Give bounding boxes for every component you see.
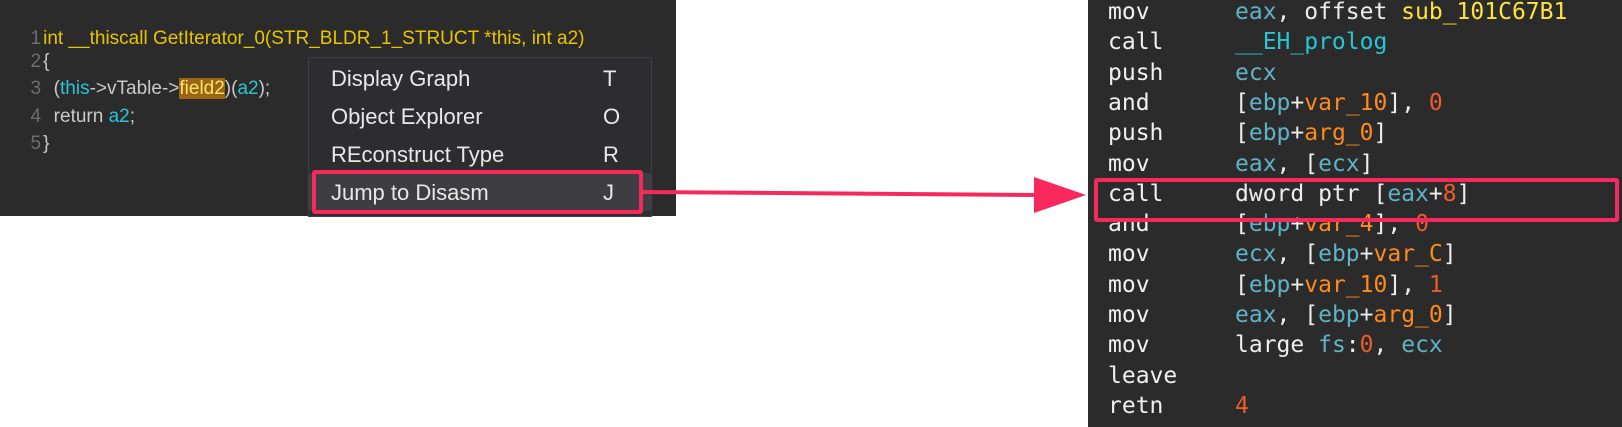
disasm-operand: fs: [1318, 332, 1346, 359]
disasm-operand: ecx: [1235, 59, 1277, 86]
menu-item-label: Display Graph: [331, 66, 471, 91]
disasm-operand: [: [1235, 120, 1249, 147]
code-token: )(: [224, 78, 238, 99]
code-line-2: 2{: [0, 20, 50, 72]
disasm-operand: arg_0: [1304, 120, 1374, 147]
disasm-operand: , [: [1276, 150, 1319, 177]
menu-item-display-graph[interactable]: Display Graph T: [309, 59, 651, 97]
disasm-operand: , [: [1276, 302, 1319, 328]
menu-item-label: REconstruct Type: [331, 142, 505, 167]
menu-item-shortcut: O: [603, 104, 621, 129]
disasm-mnemonic: push: [1108, 59, 1164, 86]
disasm-operand: ecx: [1235, 241, 1277, 268]
disasm-mnemonic: push: [1108, 120, 1164, 147]
disasm-operand: ]: [1373, 120, 1388, 147]
disasm-operand: ebp: [1318, 241, 1360, 268]
disasm-operand: ]: [1359, 150, 1374, 177]
disasm-line[interactable]: mov [ebp+var_10], 1: [1108, 270, 1443, 300]
disasm-mnemonic: and: [1108, 89, 1150, 116]
disasm-mnemonic: mov: [1108, 302, 1150, 328]
disasm-line[interactable]: mov eax, offset sub_101C67B1: [1108, 0, 1567, 27]
code-token: );: [258, 78, 271, 99]
disasm-operand: var_C: [1373, 241, 1443, 268]
menu-item-label: Object Explorer: [331, 104, 483, 129]
disasm-operand: 0: [1359, 332, 1374, 359]
disasm-operand: ]: [1442, 241, 1457, 268]
disasm-operand: 4: [1235, 392, 1249, 419]
disasm-operand: ebp: [1248, 120, 1291, 147]
disasm-operand: arg_0: [1373, 302, 1443, 328]
disasm-line[interactable]: push ecx: [1108, 58, 1277, 88]
disasm-line[interactable]: mov large fs:0, ecx: [1108, 330, 1443, 360]
disasm-mnemonic: retn: [1108, 392, 1164, 419]
disasm-operand: large: [1235, 332, 1319, 359]
disasm-mnemonic: mov: [1108, 332, 1150, 359]
code-text: }: [43, 133, 50, 154]
disasm-operand: +: [1290, 271, 1305, 298]
disasm-operand: +: [1359, 302, 1374, 328]
disasm-operand: 0: [1428, 89, 1443, 116]
disasm-operand: ],: [1387, 89, 1429, 116]
code-line-1: 1 int __thiscall GetIterator_0(STR_BLDR_1…: [0, 0, 585, 49]
disasm-operand: eax: [1235, 302, 1277, 328]
code-line-5: 5}: [0, 102, 50, 154]
disasm-operand: eax: [1235, 0, 1277, 25]
code-token: return: [43, 106, 109, 127]
code-line-4: 4 return a2;: [0, 75, 135, 127]
code-line-3: 3 (this->vTable->field2)(a2);: [0, 47, 270, 99]
disasm-mnemonic: mov: [1108, 271, 1150, 298]
menu-item-object-explorer[interactable]: Object Explorer O: [309, 97, 651, 135]
code-token-a2[interactable]: a2: [109, 106, 130, 127]
disasm-line[interactable]: leave: [1108, 361, 1235, 391]
menu-item-reconstruct-type[interactable]: REconstruct Type R: [309, 135, 651, 173]
disasm-operand: sub_101C67B1: [1401, 0, 1568, 25]
disasm-mnemonic: mov: [1108, 241, 1150, 268]
disasm-operand: , offset: [1276, 0, 1402, 25]
disasm-operand: var_10: [1304, 89, 1388, 116]
disasm-line[interactable]: mov eax, [ecx]: [1108, 149, 1374, 179]
disasm-line[interactable]: push [ebp+arg_0]: [1108, 118, 1387, 148]
code-token-a2[interactable]: a2: [237, 78, 258, 99]
disasm-operand: ,: [1373, 332, 1402, 359]
disasm-mnemonic: mov: [1108, 0, 1150, 25]
disasm-operand: 1: [1428, 271, 1443, 298]
code-token-field2[interactable]: field2: [179, 78, 225, 99]
disasm-operand: , [: [1276, 241, 1319, 268]
disasm-operand: var_10: [1304, 271, 1388, 298]
disasm-line[interactable]: and [ebp+var_10], 0: [1108, 88, 1443, 118]
disasm-line[interactable]: mov ecx, [ebp+var_C]: [1108, 239, 1457, 269]
disasm-mnemonic: mov: [1108, 150, 1150, 177]
menu-item-shortcut: T: [603, 66, 617, 91]
disasm-operand: ecx: [1318, 150, 1360, 177]
disasm-operand: ebp: [1248, 271, 1291, 298]
disasm-operand: [: [1235, 271, 1249, 298]
disasm-mnemonic: call: [1108, 29, 1164, 56]
disasm-operand: [: [1235, 89, 1249, 116]
disasm-operand: +: [1290, 89, 1305, 116]
code-text: int __thiscall GetIterator_0(STR_BLDR_1_…: [43, 28, 585, 49]
disasm-line[interactable]: mov eax, [ebp+arg_0]: [1108, 300, 1457, 330]
disasm-operand: ebp: [1318, 302, 1360, 328]
disasm-operand: eax: [1235, 150, 1277, 177]
disasm-mnemonic: leave: [1108, 362, 1178, 389]
call-instruction-highlight-box: [1094, 178, 1619, 222]
jump-to-disasm-highlight-box: [312, 170, 643, 214]
arrow-icon: [640, 177, 1086, 213]
code-token: ;: [129, 106, 136, 127]
menu-item-shortcut: R: [603, 142, 619, 167]
disasm-operand: :: [1345, 332, 1360, 359]
disasm-operand: ebp: [1248, 89, 1291, 116]
line-number: 5: [30, 133, 42, 154]
disasm-operand: __EH_prolog: [1235, 29, 1388, 56]
disasm-line[interactable]: call __EH_prolog: [1108, 27, 1387, 57]
disasm-operand: ],: [1387, 271, 1429, 298]
disasm-operand: ecx: [1401, 332, 1443, 359]
disasm-line[interactable]: retn 4: [1108, 391, 1249, 421]
disasm-operand: +: [1290, 120, 1305, 147]
disasm-operand: +: [1359, 241, 1374, 268]
disasm-operand: ]: [1442, 302, 1457, 328]
